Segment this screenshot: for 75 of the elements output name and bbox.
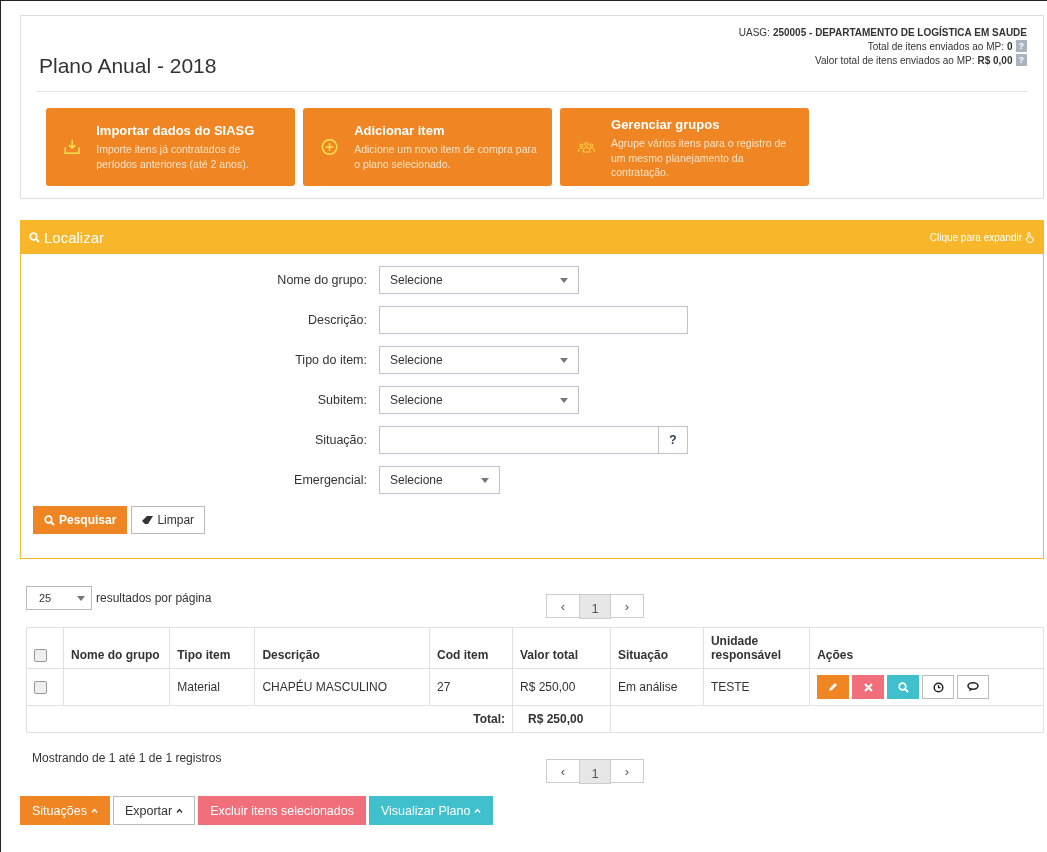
column-header: Nome do grupo xyxy=(63,627,170,669)
search-icon xyxy=(29,232,40,243)
stat-value: 0 xyxy=(1006,40,1013,52)
select-field[interactable]: Selecione xyxy=(379,346,579,374)
delete-button[interactable] xyxy=(852,675,885,699)
search-icon xyxy=(44,514,55,526)
page-button[interactable]: › xyxy=(610,594,644,618)
panel-title: Localizar xyxy=(44,229,105,246)
column-header: Descrição xyxy=(254,627,430,669)
stat-label: Valor total de itens enviados ao MP: xyxy=(815,54,975,66)
column-header: Situação xyxy=(610,627,704,669)
select-all-checkbox[interactable] xyxy=(34,649,47,662)
clock-icon xyxy=(932,681,944,693)
chat-icon xyxy=(966,682,980,692)
caret-icon xyxy=(474,808,482,813)
caret-icon xyxy=(560,357,568,363)
table-cell: CHAPÉU MASCULINO xyxy=(254,668,430,706)
total-label: Total: xyxy=(26,705,513,733)
row-checkbox[interactable] xyxy=(34,681,47,695)
action-title: Adicionar item xyxy=(354,122,446,138)
caret-icon xyxy=(481,477,489,483)
page-button[interactable]: 1 xyxy=(579,594,611,619)
field-label: Emergencial: xyxy=(293,473,367,487)
page-size-select[interactable]: 25 xyxy=(26,586,92,610)
input-field[interactable]: ? xyxy=(379,426,688,454)
eraser-icon xyxy=(142,516,154,524)
hand-icon xyxy=(1025,232,1035,243)
clear-button[interactable]: Limpar xyxy=(131,506,206,534)
caret-icon xyxy=(90,808,98,813)
stat-label: Total de itens enviados ao MP: xyxy=(867,40,1004,52)
uasg-value: 250005 - DEPARTAMENTO DE LOGÍSTICA EM SAUDE xyxy=(772,27,1027,38)
action-title: Importar dados do SIASG xyxy=(96,122,256,138)
page-button[interactable]: ‹ xyxy=(546,759,580,783)
table-cell: TESTE xyxy=(703,668,810,706)
table-cell: Em análise xyxy=(610,668,704,706)
caret-icon xyxy=(176,808,184,813)
close-icon xyxy=(863,682,873,692)
action-description: Agrupe vários itens para o registro de um mesmo planejamento da contratação. xyxy=(611,136,788,181)
column-header: Tipo item xyxy=(169,627,255,669)
page-button[interactable]: ‹ xyxy=(546,594,580,618)
footer-button[interactable]: Exportar xyxy=(112,796,196,825)
field-label: Nome do grupo: xyxy=(276,273,367,287)
comment-button[interactable] xyxy=(957,675,990,699)
caret-icon xyxy=(560,277,568,283)
field-label: Situação: xyxy=(313,433,367,447)
page-button[interactable]: › xyxy=(610,759,644,783)
caret-icon xyxy=(77,595,85,601)
action-title: Gerenciar grupos xyxy=(611,117,721,132)
caret-icon xyxy=(560,397,568,403)
total-value: R$ 250,00 xyxy=(512,705,611,733)
field-label: Tipo do item: xyxy=(294,353,367,367)
select-field[interactable]: Selecione xyxy=(379,386,579,414)
stat-value: R$ 0,00 xyxy=(977,54,1013,66)
field-label: Subitem: xyxy=(316,393,367,407)
page-size-label: resultados por página xyxy=(96,591,212,605)
search-icon xyxy=(897,681,909,693)
table-cell: R$ 250,00 xyxy=(512,668,611,706)
select-field[interactable]: Selecione xyxy=(379,266,579,294)
column-header: Valor total xyxy=(512,627,611,669)
action-description: Adicione um novo item de compra para o plano selecionado. xyxy=(354,141,538,172)
page-button[interactable]: 1 xyxy=(579,759,611,784)
edit-button[interactable] xyxy=(817,675,850,699)
table-cell: 27 xyxy=(429,668,513,706)
action-description: Importe itens já contratados de períodos anteriores (até 2 anos). xyxy=(96,141,250,172)
column-header: Unidade responsável xyxy=(703,627,810,669)
column-header: Cod item xyxy=(429,627,513,669)
table-cell: Material xyxy=(169,668,255,706)
field-label: Descrição: xyxy=(306,313,367,327)
page-title: Plano Anual - 2018 xyxy=(39,54,217,78)
records-info: Mostrando de 1 até 1 de 1 registros xyxy=(32,751,222,767)
column-header: Ações xyxy=(809,627,1044,669)
pencil-icon xyxy=(828,682,839,692)
uasg-label: UASG: xyxy=(738,27,770,38)
select-field[interactable]: Selecione xyxy=(379,466,500,494)
history-button[interactable] xyxy=(922,675,955,699)
